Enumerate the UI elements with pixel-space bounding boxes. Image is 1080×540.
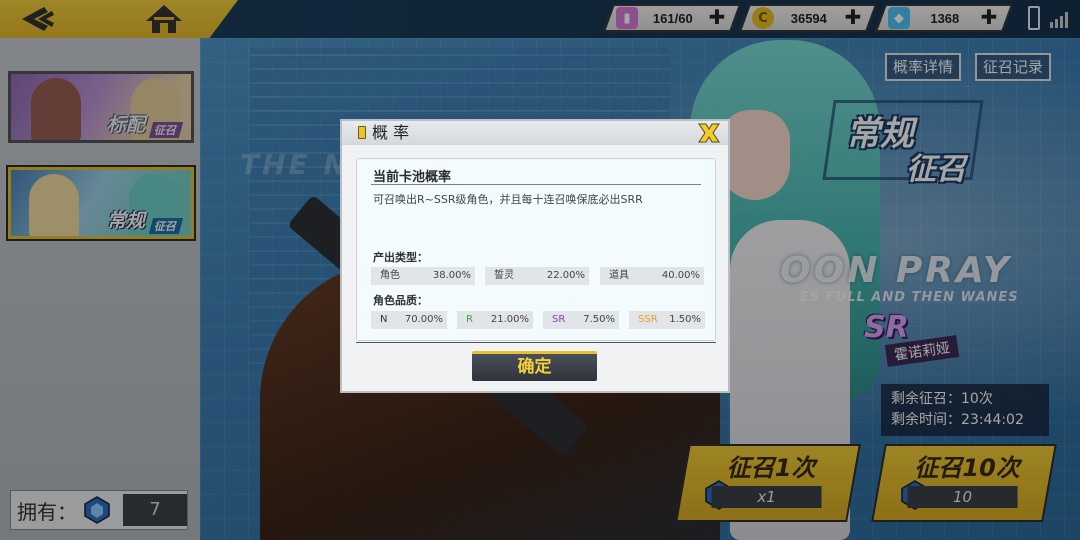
output-type-name: 誓灵 <box>494 270 514 281</box>
output-type-rate: 40.00% <box>661 270 700 281</box>
probability-dialog: 概 率 当前卡池概率 可召唤出R~SSR级角色，并且每十连召唤保底必出SRR 产… <box>340 119 730 393</box>
quality-label: 角色品质： <box>373 294 428 307</box>
quality-cell: R 21.00% <box>457 311 533 329</box>
quality-rate: 70.00% <box>404 314 443 325</box>
quality-rate: 21.00% <box>490 314 529 325</box>
output-type-cell: 誓灵 22.00% <box>485 267 589 285</box>
quality-name: SSR <box>638 314 658 325</box>
confirm-button[interactable]: 确定 <box>472 351 597 381</box>
probability-panel: 当前卡池概率 可召唤出R~SSR级角色，并且每十连召唤保底必出SRR 产出类型：… <box>356 158 716 341</box>
quality-name: SR <box>552 314 566 325</box>
clip-icon <box>358 126 366 139</box>
pool-description: 可召唤出R~SSR级角色，并且每十连召唤保底必出SRR <box>373 193 643 206</box>
close-x-icon[interactable] <box>696 122 722 144</box>
quality-name: N <box>380 314 388 325</box>
quality-cell: SR 7.50% <box>543 311 619 329</box>
output-type-rate: 22.00% <box>546 270 585 281</box>
current-pool-title: 当前卡池概率 <box>373 170 452 185</box>
output-type-rate: 38.00% <box>432 270 471 281</box>
quality-cell: N 70.00% <box>371 311 447 329</box>
output-type-cell: 角色 38.00% <box>371 267 475 285</box>
section-divider <box>371 184 701 185</box>
output-type-cell: 道具 40.00% <box>600 267 704 285</box>
dialog-divider <box>356 342 716 343</box>
quality-rate: 1.50% <box>669 314 701 325</box>
dialog-header: 概 率 <box>342 121 728 145</box>
dialog-title: 概 率 <box>372 123 410 142</box>
quality-cell: SSR 1.50% <box>629 311 705 329</box>
quality-rate: 7.50% <box>583 314 615 325</box>
output-type-name: 角色 <box>380 270 400 281</box>
output-type-label: 产出类型： <box>373 251 428 264</box>
quality-name: R <box>466 314 473 325</box>
output-type-name: 道具 <box>609 270 629 281</box>
